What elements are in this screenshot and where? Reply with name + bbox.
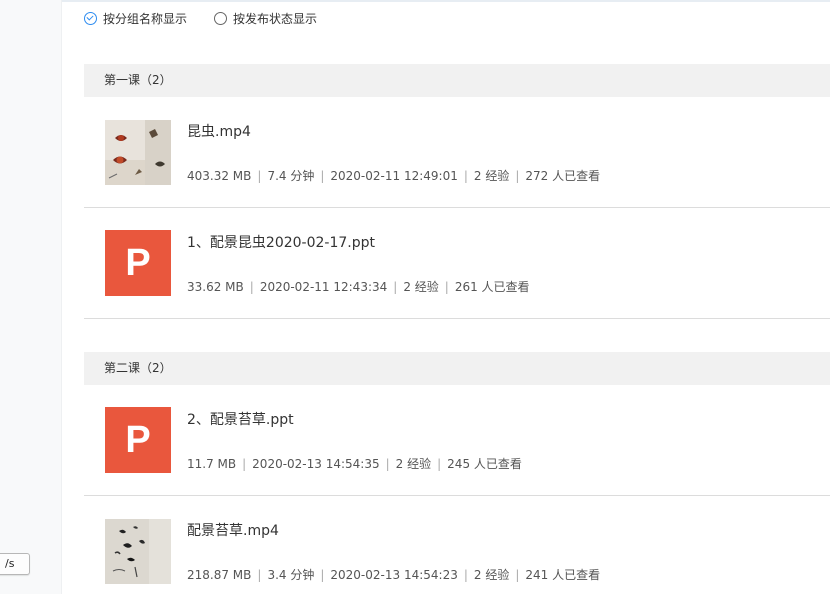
file-size: 33.62 MB (187, 280, 244, 294)
file-size: 11.7 MB (187, 457, 237, 471)
resource-item[interactable]: P 2、配景苔草.ppt 11.7 MB | 2020-02-13 14:54:35… (84, 385, 830, 496)
upload-time: 2020-02-13 14:54:23 (330, 568, 458, 582)
experience-points: 2 经验 (403, 280, 439, 294)
upload-time: 2020-02-11 12:43:34 (259, 280, 388, 294)
video-thumbnail[interactable] (105, 120, 171, 185)
ppt-letter: P (125, 242, 151, 284)
ppt-icon[interactable]: P (105, 407, 171, 473)
radio-unchecked-icon (214, 11, 228, 25)
display-by-group-label: 按分组名称显示 (103, 11, 188, 26)
duration: 3.4 分钟 (267, 568, 315, 582)
resource-item[interactable]: 配景苔草.mp4 218.87 MB | 3.4 分钟 | 2020-02-13 14:… (84, 496, 830, 594)
resource-title[interactable]: 配景苔草.mp4 (187, 520, 279, 540)
experience-points: 2 经验 (473, 568, 510, 582)
group-header-lesson-2[interactable]: 第二课（2） (84, 352, 830, 385)
resource-item[interactable]: 昆虫.mp4 403.32 MB | 7.4 分钟 | 2020-02-11 12:49… (84, 97, 830, 208)
video-thumbnail[interactable] (105, 519, 171, 584)
upload-time: 2020-02-11 12:49:01 (330, 169, 458, 183)
resource-meta: 11.7 MB | 2020-02-13 14:54:35 | 2 经验 | 245 人已查… (187, 457, 522, 471)
resource-title[interactable]: 2、配景苔草.ppt (187, 409, 294, 429)
experience-points: 2 经验 (395, 457, 432, 471)
top-divider (62, 0, 830, 2)
resource-meta: 403.32 MB | 7.4 分钟 | 2020-02-11 12:49:01 | 2 经… (187, 169, 601, 183)
resource-title[interactable]: 1、配景昆虫2020-02-17.ppt (187, 232, 375, 252)
view-count: 245 人已查看 (447, 457, 522, 471)
display-by-status-radio[interactable]: 按发布状态显示 (214, 10, 317, 27)
duration: 7.4 分钟 (267, 169, 315, 183)
file-size: 403.32 MB (187, 169, 252, 183)
upload-time: 2020-02-13 14:54:35 (252, 457, 380, 471)
ppt-letter: P (125, 419, 151, 461)
view-count: 272 人已查看 (525, 169, 601, 183)
display-by-status-label: 按发布状态显示 (233, 11, 318, 26)
radio-checked-icon (84, 11, 97, 25)
experience-points: 2 经验 (473, 169, 510, 183)
display-by-group-radio[interactable]: 按分组名称显示 (84, 10, 187, 27)
insect-painting-image (105, 120, 171, 185)
resource-item[interactable]: P 1、配景昆虫2020-02-17.ppt 33.62 MB | 2020-02-… (84, 208, 830, 319)
resource-meta: 218.87 MB | 3.4 分钟 | 2020-02-13 14:54:23 | 2 经… (187, 568, 601, 582)
view-count: 241 人已查看 (525, 568, 601, 582)
ppt-icon[interactable]: P (105, 230, 171, 296)
resource-meta: 33.62 MB | 2020-02-11 12:43:34 | 2 经验 | 261 人已… (187, 280, 530, 294)
speed-indicator[interactable]: /s (0, 553, 30, 575)
file-size: 218.87 MB (187, 568, 252, 582)
view-count: 261 人已查看 (454, 280, 530, 294)
display-mode-selector: 按分组名称显示 按发布状态显示 (84, 9, 317, 27)
resource-title[interactable]: 昆虫.mp4 (187, 121, 251, 141)
moss-ink-painting-image (105, 519, 171, 584)
group-header-lesson-1[interactable]: 第一课（2） (84, 64, 830, 97)
left-sidebar: /s (0, 0, 62, 594)
